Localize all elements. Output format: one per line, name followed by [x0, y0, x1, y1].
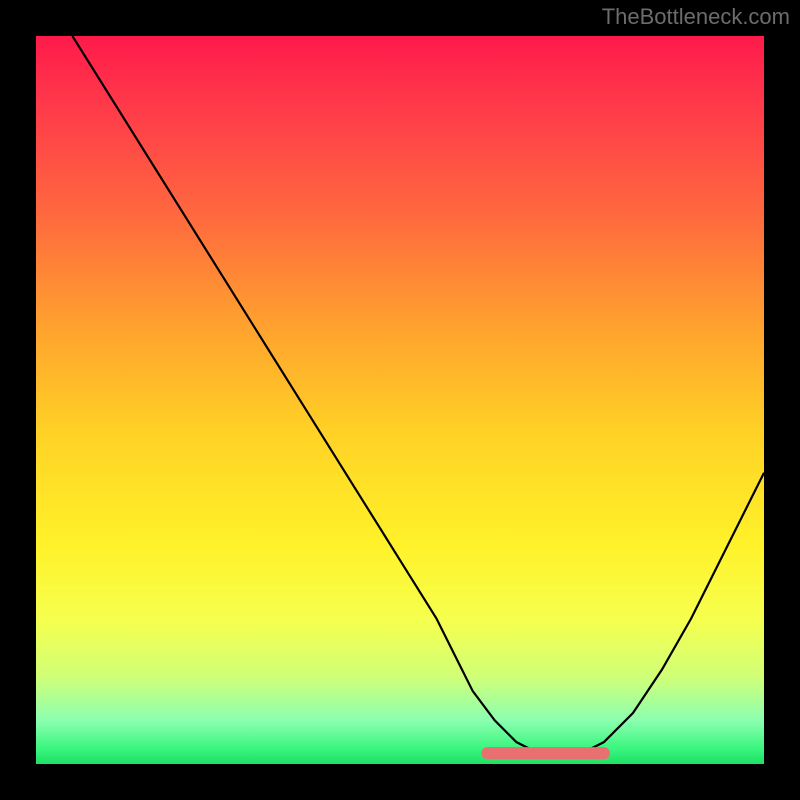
chart-frame: TheBottleneck.com — [0, 0, 800, 800]
plot-area — [36, 36, 764, 764]
watermark-text: TheBottleneck.com — [602, 4, 790, 30]
chart-svg — [36, 36, 764, 764]
bottleneck-curve — [72, 36, 764, 753]
